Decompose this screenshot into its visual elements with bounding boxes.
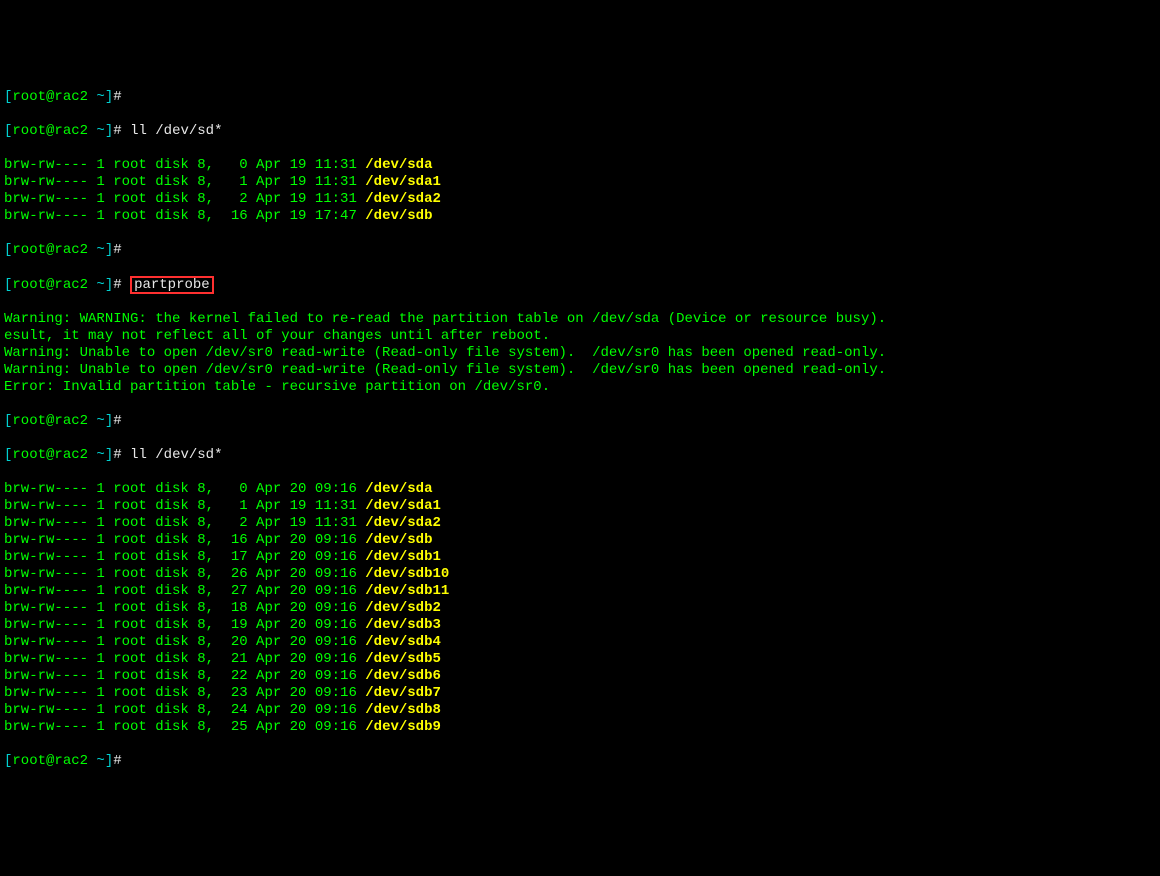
listing-row: brw-rw---- 1 root disk 8, 16 Apr 19 17:4… (4, 208, 1156, 225)
file-perms: brw-rw---- 1 root disk 8, 18 Apr 20 09:1… (4, 600, 365, 616)
device-path: /dev/sda2 (365, 515, 441, 531)
device-path: /dev/sdb (365, 208, 432, 224)
device-path: /dev/sdb1 (365, 549, 441, 565)
command-partprobe-highlighted: partprobe (130, 276, 214, 294)
file-perms: brw-rw---- 1 root disk 8, 17 Apr 20 09:1… (4, 549, 365, 565)
prompt-line: [root@rac2 ~]# (4, 413, 1156, 430)
warning-line: Warning: Unable to open /dev/sr0 read-wr… (4, 345, 1156, 362)
prompt-line: [root@rac2 ~]# (4, 753, 1156, 770)
prompt-path: ~ (88, 89, 105, 105)
device-listing-2: brw-rw---- 1 root disk 8, 0 Apr 20 09:16… (4, 481, 1156, 736)
file-perms: brw-rw---- 1 root disk 8, 27 Apr 20 09:1… (4, 583, 365, 599)
file-perms: brw-rw---- 1 root disk 8, 23 Apr 20 09:1… (4, 685, 365, 701)
command-ll: ll /dev/sd* (130, 123, 222, 139)
listing-row: brw-rw---- 1 root disk 8, 26 Apr 20 09:1… (4, 566, 1156, 583)
listing-row: brw-rw---- 1 root disk 8, 25 Apr 20 09:1… (4, 719, 1156, 736)
prompt-hash: # (113, 89, 130, 105)
file-perms: brw-rw---- 1 root disk 8, 24 Apr 20 09:1… (4, 702, 365, 718)
listing-row: brw-rw---- 1 root disk 8, 23 Apr 20 09:1… (4, 685, 1156, 702)
file-perms: brw-rw---- 1 root disk 8, 0 Apr 19 11:31 (4, 157, 365, 173)
warning-line: Warning: Unable to open /dev/sr0 read-wr… (4, 362, 1156, 379)
device-path: /dev/sda (365, 481, 432, 497)
device-path: /dev/sdb10 (365, 566, 449, 582)
device-path: /dev/sda2 (365, 191, 441, 207)
device-path: /dev/sda (365, 157, 432, 173)
file-perms: brw-rw---- 1 root disk 8, 22 Apr 20 09:1… (4, 668, 365, 684)
prompt-user-host: root@rac2 (12, 89, 88, 105)
device-path: /dev/sdb6 (365, 668, 441, 684)
listing-row: brw-rw---- 1 root disk 8, 19 Apr 20 09:1… (4, 617, 1156, 634)
file-perms: brw-rw---- 1 root disk 8, 2 Apr 19 11:31 (4, 191, 365, 207)
device-path: /dev/sdb (365, 532, 432, 548)
file-perms: brw-rw---- 1 root disk 8, 21 Apr 20 09:1… (4, 651, 365, 667)
device-path: /dev/sdb8 (365, 702, 441, 718)
device-path: /dev/sdb2 (365, 600, 441, 616)
file-perms: brw-rw---- 1 root disk 8, 1 Apr 19 11:31 (4, 498, 365, 514)
warning-line: Error: Invalid partition table - recursi… (4, 379, 1156, 396)
file-perms: brw-rw---- 1 root disk 8, 16 Apr 19 17:4… (4, 208, 365, 224)
file-perms: brw-rw---- 1 root disk 8, 2 Apr 19 11:31 (4, 515, 365, 531)
device-path: /dev/sdb4 (365, 634, 441, 650)
listing-row: brw-rw---- 1 root disk 8, 18 Apr 20 09:1… (4, 600, 1156, 617)
file-perms: brw-rw---- 1 root disk 8, 26 Apr 20 09:1… (4, 566, 365, 582)
device-path: /dev/sda1 (365, 174, 441, 190)
device-path: /dev/sdb11 (365, 583, 449, 599)
listing-row: brw-rw---- 1 root disk 8, 2 Apr 19 11:31… (4, 191, 1156, 208)
prompt-line: [root@rac2 ~]# (4, 89, 1156, 106)
listing-row: brw-rw---- 1 root disk 8, 24 Apr 20 09:1… (4, 702, 1156, 719)
warning-output: Warning: WARNING: the kernel failed to r… (4, 311, 1156, 396)
listing-row: brw-rw---- 1 root disk 8, 2 Apr 19 11:31… (4, 515, 1156, 532)
listing-row: brw-rw---- 1 root disk 8, 27 Apr 20 09:1… (4, 583, 1156, 600)
terminal-output[interactable]: [root@rac2 ~]# [root@rac2 ~]# ll /dev/sd… (4, 72, 1156, 787)
prompt-close: ] (105, 89, 113, 105)
command-ll: ll /dev/sd* (130, 447, 222, 463)
listing-row: brw-rw---- 1 root disk 8, 17 Apr 20 09:1… (4, 549, 1156, 566)
listing-row: brw-rw---- 1 root disk 8, 0 Apr 20 09:16… (4, 481, 1156, 498)
file-perms: brw-rw---- 1 root disk 8, 1 Apr 19 11:31 (4, 174, 365, 190)
file-perms: brw-rw---- 1 root disk 8, 19 Apr 20 09:1… (4, 617, 365, 633)
listing-row: brw-rw---- 1 root disk 8, 1 Apr 19 11:31… (4, 498, 1156, 515)
device-path: /dev/sdb3 (365, 617, 441, 633)
device-listing-1: brw-rw---- 1 root disk 8, 0 Apr 19 11:31… (4, 157, 1156, 225)
warning-line: Warning: WARNING: the kernel failed to r… (4, 311, 1156, 328)
listing-row: brw-rw---- 1 root disk 8, 20 Apr 20 09:1… (4, 634, 1156, 651)
listing-row: brw-rw---- 1 root disk 8, 0 Apr 19 11:31… (4, 157, 1156, 174)
file-perms: brw-rw---- 1 root disk 8, 25 Apr 20 09:1… (4, 719, 365, 735)
listing-row: brw-rw---- 1 root disk 8, 21 Apr 20 09:1… (4, 651, 1156, 668)
listing-row: brw-rw---- 1 root disk 8, 22 Apr 20 09:1… (4, 668, 1156, 685)
prompt-line: [root@rac2 ~]# (4, 242, 1156, 259)
file-perms: brw-rw---- 1 root disk 8, 16 Apr 20 09:1… (4, 532, 365, 548)
prompt-line: [root@rac2 ~]# ll /dev/sd* (4, 123, 1156, 140)
device-path: /dev/sda1 (365, 498, 441, 514)
prompt-line-partprobe: [root@rac2 ~]# partprobe (4, 276, 1156, 294)
prompt-line: [root@rac2 ~]# ll /dev/sd* (4, 447, 1156, 464)
file-perms: brw-rw---- 1 root disk 8, 20 Apr 20 09:1… (4, 634, 365, 650)
warning-line: esult, it may not reflect all of your ch… (4, 328, 1156, 345)
file-perms: brw-rw---- 1 root disk 8, 0 Apr 20 09:16 (4, 481, 365, 497)
listing-row: brw-rw---- 1 root disk 8, 1 Apr 19 11:31… (4, 174, 1156, 191)
device-path: /dev/sdb5 (365, 651, 441, 667)
device-path: /dev/sdb7 (365, 685, 441, 701)
listing-row: brw-rw---- 1 root disk 8, 16 Apr 20 09:1… (4, 532, 1156, 549)
device-path: /dev/sdb9 (365, 719, 441, 735)
